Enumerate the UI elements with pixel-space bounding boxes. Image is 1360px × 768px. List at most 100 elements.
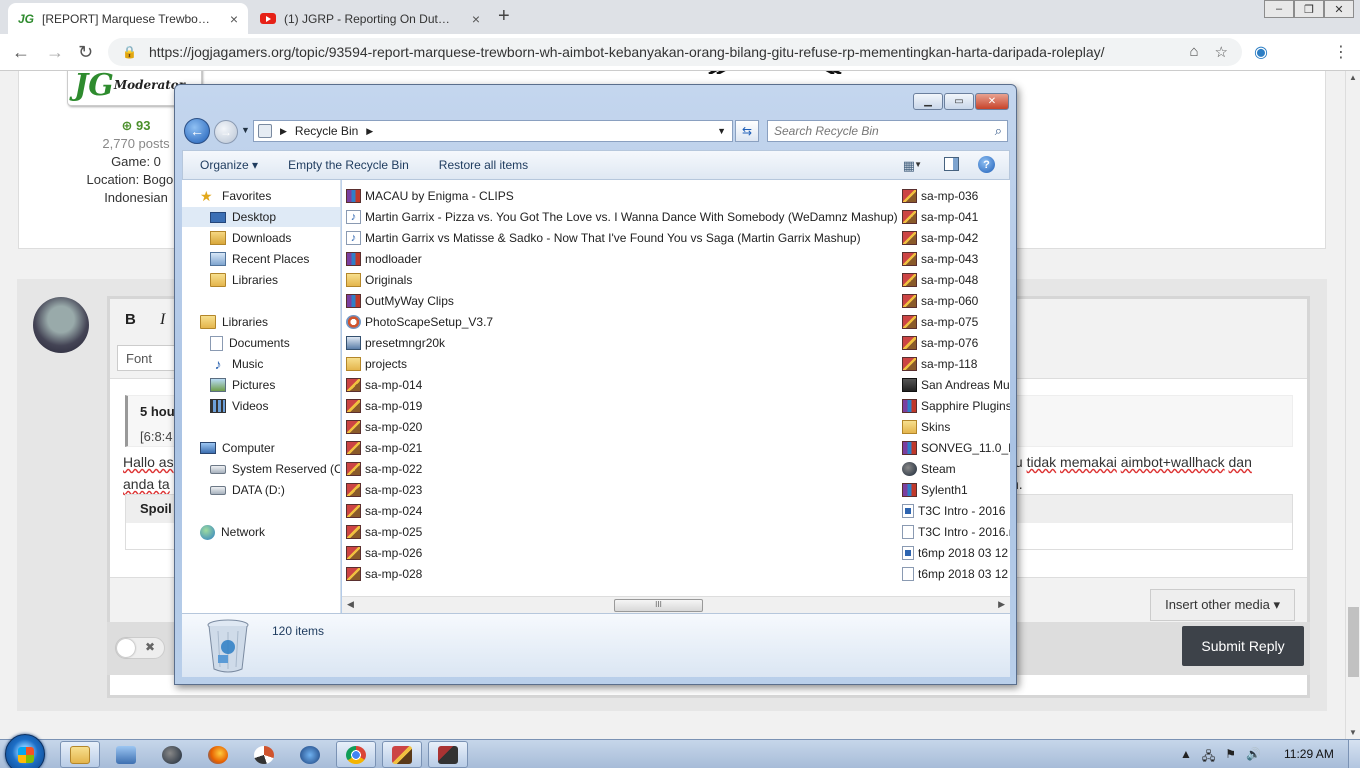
start-button[interactable] [5, 734, 45, 768]
scroll-down-icon[interactable]: ▼ [1349, 728, 1357, 737]
explorer-back-icon[interactable]: ← [184, 118, 210, 144]
refresh-icon[interactable]: ⇆ [735, 120, 759, 142]
bookmark-star-icon[interactable]: ☆ [1215, 43, 1228, 61]
file-item[interactable]: sa-mp-024 [346, 501, 422, 521]
taskbar-network-app[interactable] [106, 741, 146, 768]
bold-button[interactable]: B [125, 311, 136, 328]
scroll-left-icon[interactable]: ◀ [347, 599, 354, 610]
file-item[interactable]: MACAU by Enigma - CLIPS [346, 186, 514, 206]
nav-videos[interactable]: Videos [210, 396, 268, 416]
taskbar-steam[interactable] [152, 741, 192, 768]
taskbar-chrome[interactable] [336, 741, 376, 768]
nav-network[interactable]: Network [200, 522, 265, 542]
file-item[interactable]: sa-mp-036 [902, 186, 978, 206]
file-item[interactable]: Skins [902, 417, 950, 437]
nav-desktop[interactable]: Desktop [182, 207, 340, 227]
page-scroll-thumb[interactable] [1348, 607, 1359, 677]
file-item[interactable]: projects [346, 354, 407, 374]
file-item[interactable]: sa-mp-025 [346, 522, 422, 542]
file-item[interactable]: sa-mp-118 [902, 354, 977, 374]
restore-all-items-button[interactable]: Restore all items [439, 158, 528, 172]
nav-pictures[interactable]: Pictures [210, 375, 275, 395]
empty-recycle-bin-button[interactable]: Empty the Recycle Bin [288, 158, 409, 172]
file-item[interactable]: sa-mp-020 [346, 417, 422, 437]
clock[interactable]: 11:29 AM [1284, 747, 1334, 761]
submit-reply-button[interactable]: Submit Reply [1182, 626, 1304, 666]
show-desktop-button[interactable] [1348, 740, 1360, 768]
explorer-close-button[interactable]: ✕ [975, 93, 1009, 110]
new-tab-icon[interactable]: + [498, 5, 510, 28]
file-item[interactable]: Originals [346, 270, 412, 290]
back-arrow-icon[interactable]: ← [12, 42, 30, 63]
translate-icon[interactable]: ⌂ [1189, 43, 1198, 61]
hscroll-thumb[interactable]: III [614, 599, 703, 612]
file-item[interactable]: t6mp 2018 03 12 ( [902, 564, 1010, 584]
explorer-maximize-button[interactable]: ▭ [944, 93, 974, 110]
file-item[interactable]: sa-mp-023 [346, 480, 422, 500]
notify-toggle[interactable]: ✖ [115, 637, 165, 659]
explorer-forward-icon[interactable]: → [214, 120, 238, 144]
explorer-minimize-button[interactable]: ▁ [913, 93, 943, 110]
address-bar[interactable]: 🔒 https://jogjagamers.org/topic/93594-re… [108, 38, 1242, 66]
breadcrumb-chevron-icon[interactable]: ▶ [280, 126, 287, 137]
extension-icon[interactable]: ◉ [1254, 42, 1268, 62]
close-button[interactable]: ✕ [1324, 0, 1354, 18]
nav-music[interactable]: ♪ Music [210, 354, 264, 374]
scroll-up-icon[interactable]: ▲ [1349, 73, 1357, 82]
file-item[interactable]: presetmngr20k [346, 333, 445, 353]
help-icon[interactable]: ? [978, 156, 995, 173]
nav-favorites[interactable]: ★ Favorites [200, 186, 271, 206]
minimize-button[interactable]: – [1264, 0, 1294, 18]
file-item[interactable]: sa-mp-019 [346, 396, 422, 416]
scroll-right-icon[interactable]: ▶ [998, 599, 1005, 610]
insert-media-button[interactable]: Insert other media ▾ [1150, 589, 1295, 621]
file-item[interactable]: Sylenth1 [902, 480, 968, 500]
action-center-flag-icon[interactable]: ⚑ [1225, 747, 1236, 768]
view-dropdown-icon[interactable]: ▼ [914, 160, 922, 169]
tray-expand-icon[interactable]: ▲ [1180, 747, 1192, 768]
file-item[interactable]: sa-mp-022 [346, 459, 422, 479]
file-item[interactable]: ♪ Martin Garrix vs Matisse & Sadko - Now … [346, 228, 861, 248]
file-item[interactable]: sa-mp-021 [346, 438, 422, 458]
italic-button[interactable]: I [160, 311, 165, 329]
explorer-address-bar[interactable]: ▶ Recycle Bin ▶ ▼ [253, 120, 733, 142]
organize-button[interactable]: Organize ▾ [200, 158, 258, 172]
file-item[interactable]: sa-mp-043 [902, 249, 978, 269]
maximize-button[interactable]: ❐ [1294, 0, 1324, 18]
tab-close-icon[interactable]: × [230, 11, 238, 27]
file-list-hscrollbar[interactable]: ◀ III ▶ [342, 596, 1010, 613]
file-item[interactable]: sa-mp-042 [902, 228, 978, 248]
nav-documents[interactable]: Documents [210, 333, 290, 353]
nav-data-drive[interactable]: DATA (D:) [210, 480, 285, 500]
breadcrumb-chevron-icon[interactable]: ▶ [366, 126, 373, 137]
tab-youtube[interactable]: (1) JGRP - Reporting On Duty #1 × [250, 3, 490, 34]
file-item[interactable]: sa-mp-060 [902, 291, 978, 311]
file-item[interactable]: T3C Intro - 2016.r [902, 522, 1010, 542]
explorer-search-input[interactable]: Search Recycle Bin ⌕ [767, 120, 1008, 142]
reload-icon[interactable]: ↻ [78, 42, 93, 63]
file-item[interactable]: t6mp 2018 03 12 ( [902, 543, 1010, 563]
file-item[interactable]: OutMyWay Clips [346, 291, 454, 311]
nav-libraries-fav[interactable]: Libraries [210, 270, 278, 290]
file-item[interactable]: T3C Intro - 2016 [902, 501, 1005, 521]
tab-close-icon[interactable]: × [472, 11, 480, 27]
taskbar-explorer[interactable] [60, 741, 100, 768]
taskbar-samp-2[interactable] [428, 741, 468, 768]
nav-recent-places[interactable]: Recent Places [210, 249, 309, 269]
taskbar-browser[interactable] [290, 741, 330, 768]
taskbar-photoscape[interactable] [244, 741, 284, 768]
file-item[interactable]: SONVEG_11.0_Bu [902, 438, 1010, 458]
file-item[interactable]: sa-mp-041 [902, 207, 978, 227]
taskbar-samp-1[interactable] [382, 741, 422, 768]
file-item[interactable]: modloader [346, 249, 422, 269]
page-scrollbar[interactable]: ▲ ▼ [1345, 71, 1360, 739]
volume-icon[interactable]: 🔊 [1246, 747, 1261, 768]
file-item[interactable]: sa-mp-028 [346, 564, 422, 584]
address-dropdown-icon[interactable]: ▼ [717, 126, 726, 136]
file-item[interactable]: sa-mp-014 [346, 375, 422, 395]
breadcrumb-recycle-bin[interactable]: Recycle Bin [295, 124, 358, 138]
nav-downloads[interactable]: Downloads [210, 228, 291, 248]
file-item[interactable]: sa-mp-076 [902, 333, 978, 353]
nav-computer[interactable]: Computer [200, 438, 275, 458]
history-dropdown-icon[interactable]: ▼ [241, 125, 250, 135]
